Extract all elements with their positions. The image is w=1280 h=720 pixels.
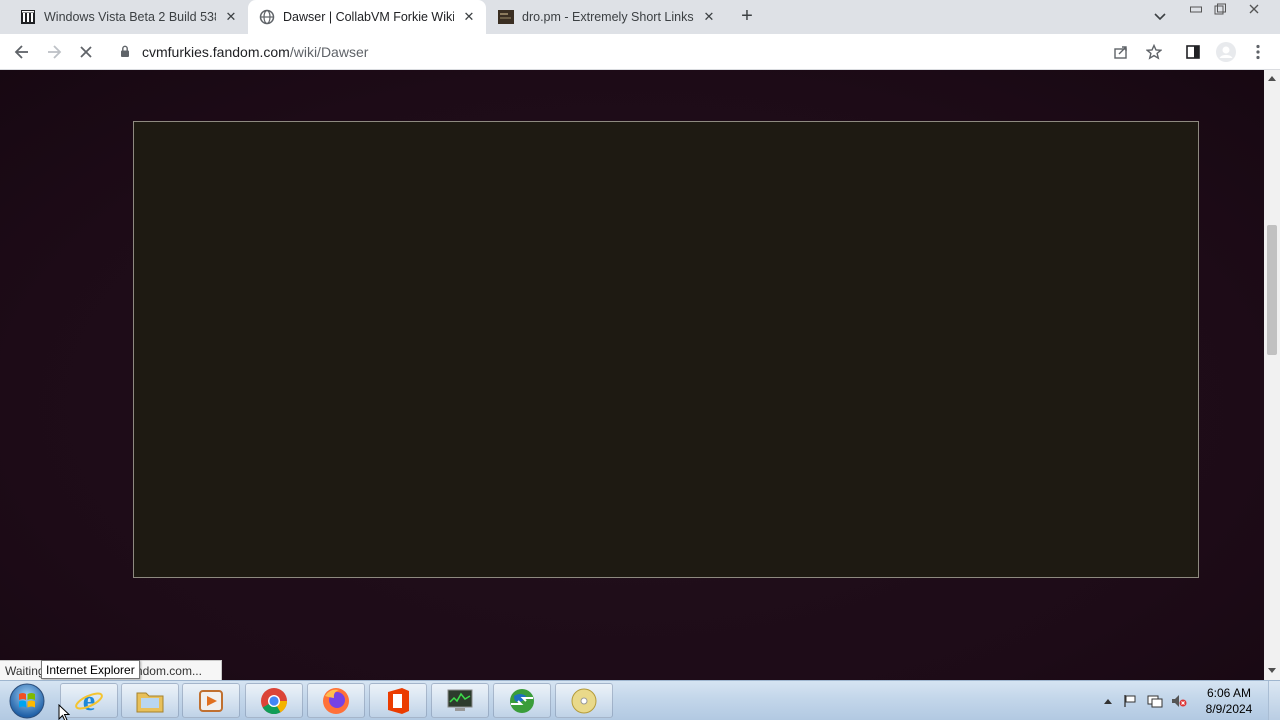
globe-icon: [259, 9, 275, 25]
taskbar: e 6:06 AM 8/9/2024: [0, 680, 1280, 720]
tab-title: Windows Vista Beta 2 Build 5384: [44, 10, 216, 24]
new-tab-button[interactable]: +: [736, 6, 758, 28]
close-tab-icon[interactable]: ✕: [700, 8, 718, 26]
url-text: cvmfurkies.fandom.com/wiki/Dawser: [142, 44, 368, 60]
profile-avatar-icon[interactable]: [1213, 39, 1239, 65]
tooltip: Internet Explorer: [41, 660, 140, 679]
folder-icon: [136, 692, 164, 712]
stop-loading-icon[interactable]: [73, 39, 99, 65]
scroll-up-icon[interactable]: [1268, 76, 1276, 81]
url-host: cvmfurkies.fandom.com: [142, 44, 290, 60]
close-tab-icon[interactable]: ✕: [222, 8, 240, 26]
minimize-icon[interactable]: [1184, 0, 1208, 17]
office-icon: [388, 687, 409, 714]
address-bar[interactable]: cvmfurkies.fandom.com/wiki/Dawser: [108, 37, 1173, 67]
taskbar-network-globe[interactable]: [493, 683, 551, 718]
tab-windows-vista[interactable]: Windows Vista Beta 2 Build 5384 ✕: [0, 0, 248, 34]
start-button[interactable]: [2, 682, 52, 720]
forward-icon[interactable]: [41, 39, 67, 65]
mouse-cursor-icon: [58, 703, 71, 720]
windows-orb-icon: [9, 683, 45, 719]
internet-explorer-icon: e: [75, 686, 103, 716]
back-icon[interactable]: [9, 39, 35, 65]
page-content: [0, 70, 1264, 680]
system-clock[interactable]: 6:06 AM 8/9/2024: [1196, 685, 1262, 717]
browser-toolbar: cvmfurkies.fandom.com/wiki/Dawser: [0, 34, 1280, 70]
chrome-icon: [261, 687, 288, 714]
lock-icon[interactable]: [120, 45, 130, 63]
taskbar-task-manager[interactable]: [431, 683, 489, 718]
library-icon: [20, 9, 36, 25]
tab-dro-pm[interactable]: dro.pm - Extremely Short Links ✕: [486, 0, 726, 34]
share-icon[interactable]: [1108, 39, 1134, 65]
tab-title: Dawser | CollabVM Forkie Wiki | F: [283, 10, 454, 24]
media-player-icon: [199, 689, 223, 712]
tab-dawser[interactable]: Dawser | CollabVM Forkie Wiki | F ✕: [248, 0, 486, 34]
taskbar-firefox[interactable]: [307, 683, 365, 718]
page-scrollbar[interactable]: [1264, 70, 1280, 680]
dvd-disc-icon: [571, 688, 597, 713]
bookmark-star-icon[interactable]: [1141, 39, 1167, 65]
volume-muted-icon[interactable]: [1171, 693, 1187, 709]
network-status-icon[interactable]: [1147, 693, 1163, 709]
tab-strip: Windows Vista Beta 2 Build 5384 ✕ Dawser…: [0, 0, 1280, 34]
task-manager-icon: [447, 689, 473, 711]
tab-title: dro.pm - Extremely Short Links: [522, 10, 694, 24]
clock-time: 6:06 AM: [1206, 686, 1252, 700]
svg-text:e: e: [83, 686, 95, 716]
firefox-icon: [323, 687, 349, 714]
side-panel-icon[interactable]: [1180, 39, 1206, 65]
taskbar-media-player[interactable]: [182, 683, 240, 718]
scrollbar-thumb[interactable]: [1267, 225, 1277, 355]
restore-icon[interactable]: [1208, 0, 1232, 17]
taskbar-dvd-maker[interactable]: [555, 683, 613, 718]
scroll-down-icon[interactable]: [1268, 668, 1276, 673]
dro-pm-icon: [498, 9, 514, 25]
menu-kebab-icon[interactable]: [1245, 39, 1271, 65]
clock-date: 8/9/2024: [1205, 702, 1253, 716]
network-globe-icon: [510, 688, 534, 713]
action-center-flag-icon[interactable]: [1122, 693, 1138, 709]
taskbar-windows-explorer[interactable]: [121, 683, 179, 718]
taskbar-chrome[interactable]: [245, 683, 303, 718]
close-tab-icon[interactable]: ✕: [460, 8, 478, 26]
video-player[interactable]: [133, 121, 1199, 578]
close-window-icon[interactable]: [1242, 0, 1266, 17]
url-path: /wiki/Dawser: [289, 44, 369, 60]
tab-search-icon[interactable]: [1150, 8, 1170, 26]
show-desktop-button[interactable]: [1268, 681, 1280, 720]
show-hidden-icons-icon[interactable]: [1100, 693, 1116, 709]
taskbar-office[interactable]: [369, 683, 427, 718]
